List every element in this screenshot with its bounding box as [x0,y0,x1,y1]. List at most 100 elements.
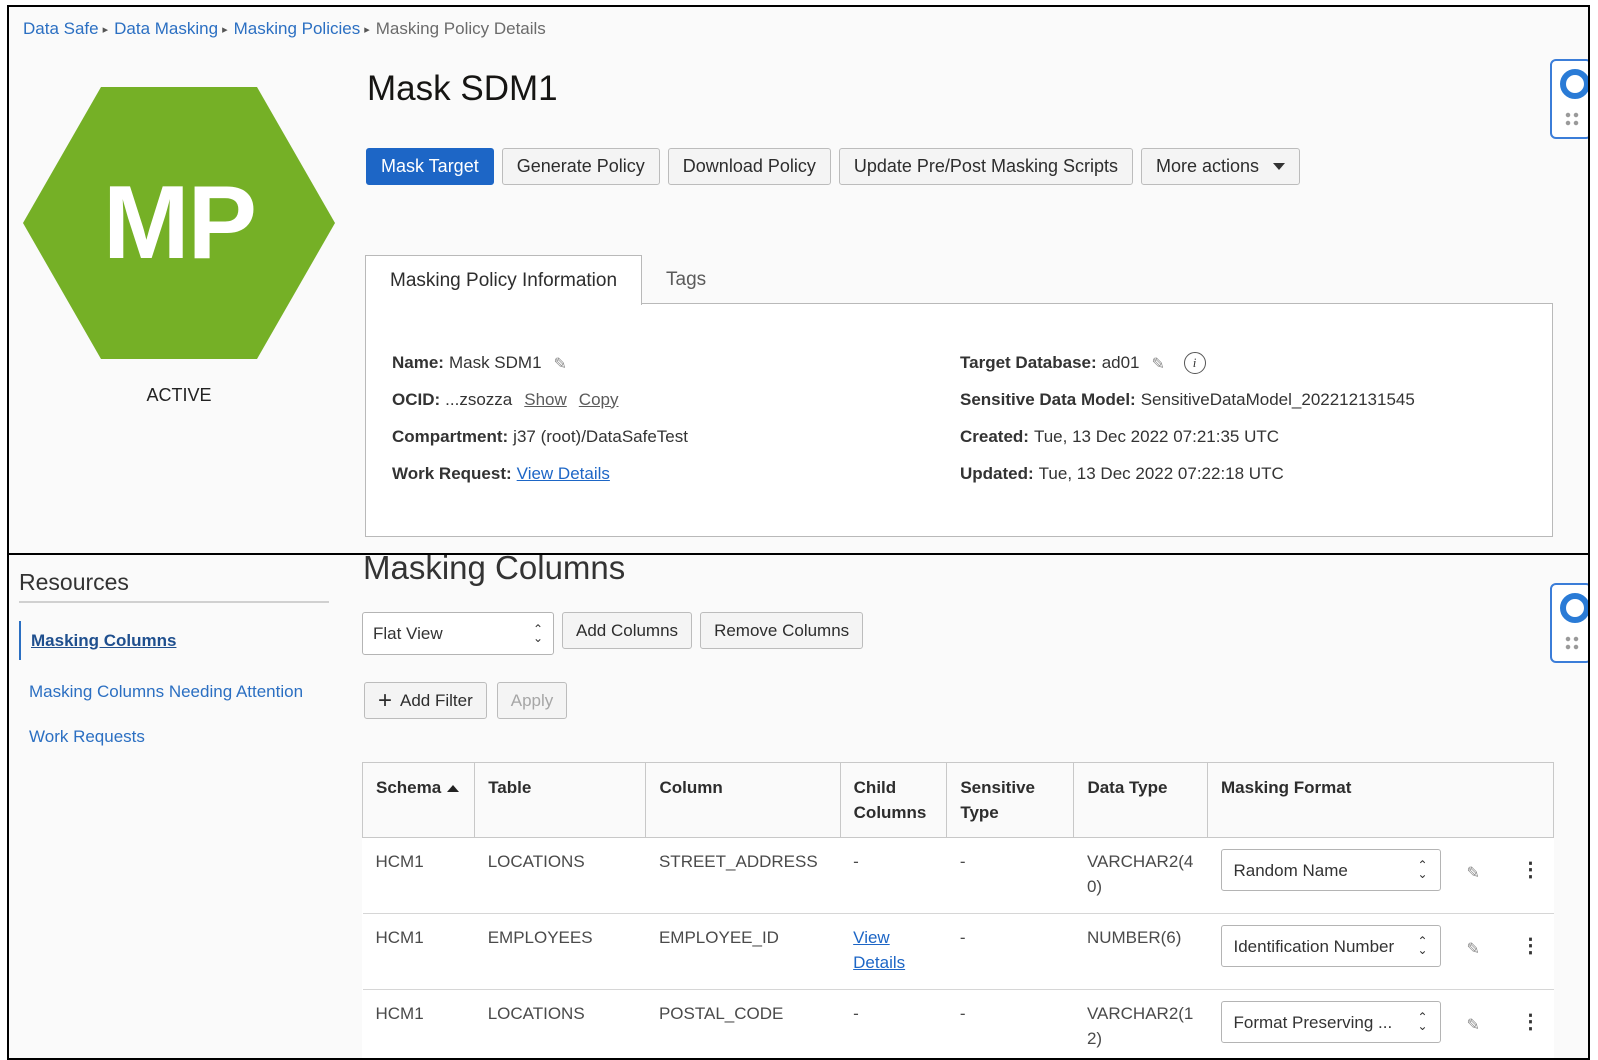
updown-chevron-icon: ⌃ ⌄ [1417,858,1428,881]
view-select[interactable]: Flat View ⌃ ⌄ [362,612,554,655]
created-value: Tue, 13 Dec 2022 07:21:35 UTC [1033,426,1280,446]
policy-details-panel: Data Safe ▸ Data Masking ▸ Masking Policie… [7,5,1590,557]
kebab-menu-icon[interactable]: ⋮ [1521,858,1541,883]
compartment-label: Compartment: [392,426,509,446]
sdm-value: SensitiveDataModel_202212131545 [1140,389,1415,409]
compartment-value: j37 (root)/DataSafeTest [513,426,688,446]
header-sensitive-type[interactable]: Sensitive Type [946,762,1075,838]
target-db-value: ad01 [1101,352,1140,372]
created-row: Created: Tue, 13 Dec 2022 07:21:35 UTC [960,418,1415,455]
updown-chevron-icon: ⌃ ⌄ [1417,934,1428,957]
edit-pencil-icon[interactable]: ✎ [1467,861,1485,882]
download-policy-button[interactable]: Download Policy [667,148,831,185]
resources-title: Resources [19,569,129,595]
resource-work-requests[interactable]: Work Requests [19,717,319,756]
breadcrumb-masking-policies[interactable]: Masking Policies [234,19,361,39]
masking-columns-panel: Resources Masking Columns Masking Column… [7,553,1590,1060]
info-icon[interactable]: i [1183,351,1206,374]
more-actions-label: More actions [1156,156,1260,176]
masking-format-select[interactable]: Identification Number ⌃ ⌄ [1220,925,1441,967]
add-filter-button[interactable]: + Add Filter [364,682,487,719]
sort-ascending-icon [447,785,460,793]
breadcrumb-separator-icon: ▸ [222,23,228,36]
columns-toolbar: Flat View ⌃ ⌄ Add Columns Remove Columns [362,612,864,655]
edit-pencil-icon[interactable]: ✎ [1467,1013,1485,1034]
cell-child-columns: - [840,989,947,1058]
header-column[interactable]: Column [645,762,841,838]
cell-schema: HCM1 [362,837,475,914]
masking-format-value: Identification Number [1233,936,1395,956]
view-details-link[interactable]: View Details [853,928,905,972]
detail-tabs: Masking Policy Information Tags [365,255,730,305]
edit-name-pencil-icon[interactable]: ✎ [554,354,572,373]
masking-format-controls: Format Preserving ... ⌃ ⌄ ✎ ⋮ [1220,1001,1541,1043]
drag-handle-icon[interactable] [1564,635,1580,651]
header-schema-label: Schema [376,778,442,797]
tab-tags[interactable]: Tags [642,255,730,304]
filter-toolbar: + Add Filter Apply [364,682,568,719]
cell-sensitive-type: - [946,989,1074,1058]
lifebuoy-icon [1560,69,1588,99]
updown-chevron-icon: ⌃ ⌄ [1417,1010,1428,1033]
target-db-label: Target Database: [960,352,1097,372]
masking-format-value: Random Name [1233,860,1348,880]
cell-column: POSTAL_CODE [645,989,841,1058]
cell-sensitive-type: - [946,913,1074,990]
resource-masking-columns[interactable]: Masking Columns [19,621,319,660]
plus-icon: + [378,686,393,714]
header-data-type[interactable]: Data Type [1073,762,1208,838]
cell-data-type: VARCHAR2(12) [1073,989,1208,1058]
apply-button[interactable]: Apply [496,682,568,719]
ocid-show-link[interactable]: Show [524,390,567,410]
generate-policy-button[interactable]: Generate Policy [501,148,660,185]
breadcrumb-data-safe[interactable]: Data Safe [23,19,99,39]
chevron-down-icon [1273,163,1286,170]
name-value: Mask SDM1 [448,352,542,372]
section-title: Masking Columns [363,553,626,586]
ocid-row: OCID: ...zsozza Show Copy [392,381,688,418]
cell-table: EMPLOYEES [474,913,646,990]
name-label: Name: [392,352,444,372]
table-header-row: Schema Table Column Child Columns Sensit… [361,762,1554,838]
lifebuoy-icon [1560,593,1588,623]
mask-target-button[interactable]: Mask Target [366,148,494,185]
edit-target-pencil-icon[interactable]: ✎ [1152,354,1170,373]
header-table[interactable]: Table [474,762,647,838]
breadcrumb-data-masking[interactable]: Data Masking [114,19,218,39]
drag-handle-icon[interactable] [1564,111,1580,127]
ocid-value: ...zsozza [445,389,513,409]
tab-masking-policy-information[interactable]: Masking Policy Information [365,255,643,305]
help-widget[interactable] [1550,59,1588,139]
header-masking-format[interactable]: Masking Format [1207,762,1554,838]
cell-data-type: NUMBER(6) [1073,913,1208,990]
table-row: HCM1 EMPLOYEES EMPLOYEE_ID View Details … [362,913,1554,990]
masking-format-select[interactable]: Random Name ⌃ ⌄ [1220,849,1441,891]
cell-schema: HCM1 [362,913,475,990]
add-columns-button[interactable]: Add Columns [562,612,693,649]
remove-columns-button[interactable]: Remove Columns [700,612,864,649]
header-schema[interactable]: Schema [361,762,476,838]
masking-format-controls: Identification Number ⌃ ⌄ ✎ ⋮ [1220,925,1541,967]
resources-nav: Masking Columns Masking Columns Needing … [19,621,319,756]
updated-value: Tue, 13 Dec 2022 07:22:18 UTC [1038,463,1284,483]
cell-table: LOCATIONS [474,837,646,914]
masking-format-value: Format Preserving ... [1233,1012,1393,1032]
work-request-link[interactable]: View Details [517,464,610,484]
update-scripts-button[interactable]: Update Pre/Post Masking Scripts [838,148,1133,185]
view-select-value: Flat View [373,623,443,643]
kebab-menu-icon[interactable]: ⋮ [1521,934,1541,959]
cell-schema: HCM1 [362,989,475,1058]
add-filter-label: Add Filter [400,690,473,710]
cell-masking-format: Format Preserving ... ⌃ ⌄ ✎ ⋮ [1207,989,1554,1058]
kebab-menu-icon[interactable]: ⋮ [1521,1010,1541,1035]
action-toolbar: Mask Target Generate Policy Download Pol… [366,148,1301,185]
more-actions-button[interactable]: More actions [1141,148,1301,185]
header-child-columns[interactable]: Child Columns [839,762,948,838]
help-widget[interactable] [1550,583,1588,663]
masking-format-select[interactable]: Format Preserving ... ⌃ ⌄ [1220,1001,1441,1043]
work-request-label: Work Request: [392,463,512,483]
edit-pencil-icon[interactable]: ✎ [1467,937,1485,958]
updated-row: Updated: Tue, 13 Dec 2022 07:22:18 UTC [960,455,1415,492]
ocid-copy-link[interactable]: Copy [579,390,619,410]
resource-columns-needing-attention[interactable]: Masking Columns Needing Attention [19,672,319,711]
